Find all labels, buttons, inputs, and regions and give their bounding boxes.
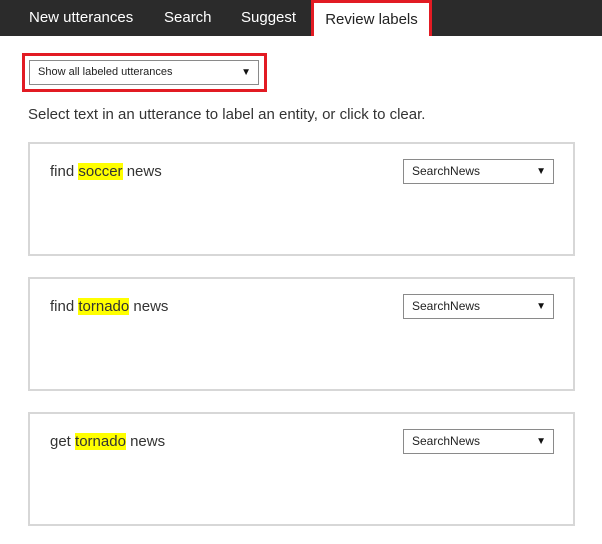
utterance-word[interactable]: news: [127, 163, 162, 180]
tab-new-utterances[interactable]: New utterances: [29, 0, 133, 36]
utterance-word[interactable]: news: [133, 298, 168, 315]
instruction-text: Select text in an utterance to label an …: [28, 106, 426, 123]
intent-dropdown[interactable]: SearchNews ▼: [403, 294, 554, 319]
entity-highlight[interactable]: tornado: [75, 433, 126, 450]
caret-down-icon: ▼: [536, 301, 546, 312]
utterance-filter-value: Show all labeled utterances: [38, 66, 173, 78]
utterance-text[interactable]: find soccer news: [50, 163, 162, 180]
utterance-word[interactable]: find: [50, 163, 74, 180]
utterance-word[interactable]: news: [130, 433, 165, 450]
caret-down-icon: ▼: [536, 436, 546, 447]
intent-value: SearchNews: [412, 164, 481, 178]
intent-value: SearchNews: [412, 299, 481, 313]
intent-dropdown[interactable]: SearchNews ▼: [403, 429, 554, 454]
utterance-card: find tornado news SearchNews ▼: [28, 277, 575, 391]
utterance-card: get tornado news SearchNews ▼: [28, 412, 575, 526]
intent-value: SearchNews: [412, 434, 481, 448]
tab-bar: New utterances Search Suggest: [0, 0, 602, 36]
entity-highlight[interactable]: tornado: [78, 298, 130, 315]
utterance-card: find soccer news SearchNews ▼: [28, 142, 575, 256]
caret-down-icon: ▼: [241, 67, 251, 78]
entity-highlight[interactable]: soccer: [78, 163, 123, 180]
utterance-text[interactable]: get tornado news: [50, 433, 165, 450]
tab-review-labels[interactable]: Review labels: [311, 0, 432, 39]
tab-search[interactable]: Search: [164, 0, 212, 36]
utterance-filter-dropdown[interactable]: Show all labeled utterances ▼: [29, 60, 259, 85]
intent-dropdown[interactable]: SearchNews ▼: [403, 159, 554, 184]
caret-down-icon: ▼: [536, 166, 546, 177]
utterance-text[interactable]: find tornado news: [50, 298, 168, 315]
tab-suggest[interactable]: Suggest: [241, 0, 296, 36]
utterance-word[interactable]: get: [50, 433, 71, 450]
utterance-word[interactable]: find: [50, 298, 74, 315]
